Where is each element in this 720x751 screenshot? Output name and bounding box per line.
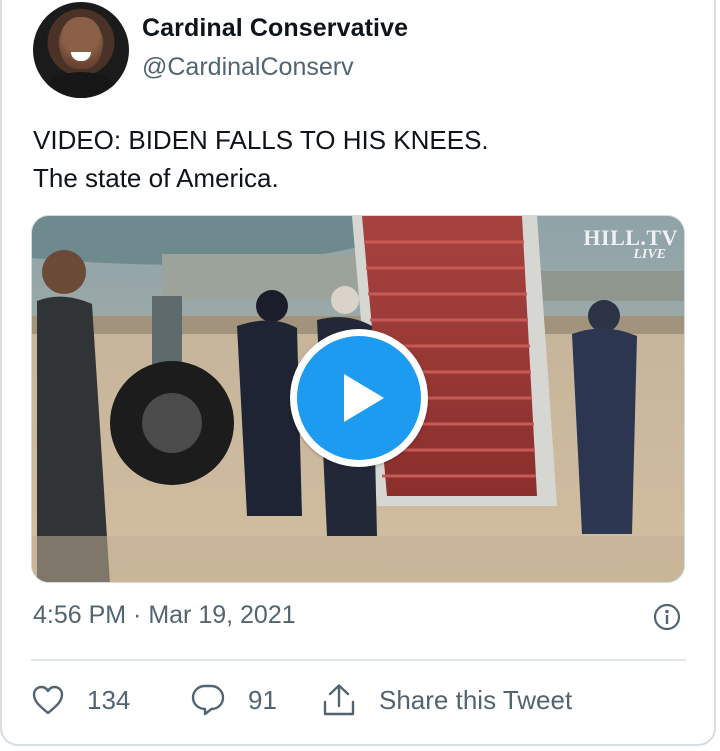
share-button[interactable]: Share this Tweet [321,680,572,720]
info-icon[interactable] [653,603,681,631]
tweet-text-line-1: VIDEO: BIDEN FALLS TO HIS KNEES. [33,125,489,155]
like-button[interactable]: 134 [31,680,130,720]
reply-count: 91 [248,684,277,715]
play-button-circle [297,336,421,460]
background-building [162,254,362,299]
play-button[interactable] [290,329,428,467]
speech-bubble-icon [191,684,225,716]
video-watermark: HILL.TV LIVE [570,225,678,263]
divider [31,659,686,661]
avatar-face [60,17,102,69]
landing-gear-hub [142,393,202,453]
tweet-text-line-2: The state of America. [33,163,279,193]
person-officer-right [572,300,637,534]
reply-button[interactable]: 91 [190,680,277,720]
avatar-shirt [45,72,117,98]
heart-icon [32,685,64,715]
ground-shadow [32,536,684,582]
tweet-text: VIDEO: BIDEN FALLS TO HIS KNEES. The sta… [33,121,489,197]
author-name[interactable]: Cardinal Conservative [142,14,408,43]
share-upload-icon [323,684,355,716]
tweet-timestamp[interactable]: 4:56 PM · Mar 19, 2021 [33,601,296,630]
play-icon [344,374,384,422]
background-building-right [532,271,684,301]
like-count: 134 [87,684,131,715]
avatar[interactable] [33,2,129,98]
author-handle[interactable]: @CardinalConserv [142,53,354,82]
share-label: Share this Tweet [379,684,573,715]
